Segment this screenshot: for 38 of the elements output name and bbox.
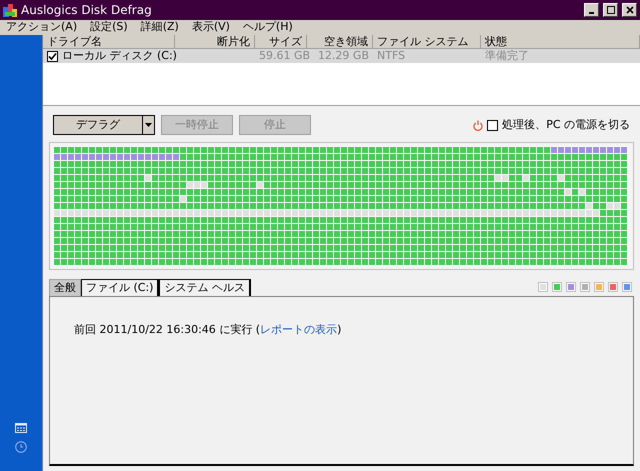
- menu-item[interactable]: ヘルプ(H): [242, 19, 293, 36]
- calendar-icon[interactable]: [15, 423, 27, 433]
- caret-icon: [145, 123, 152, 127]
- shutdown-checkbox[interactable]: [487, 120, 498, 130]
- shutdown-label: 処理後、PC の電源を切る: [502, 116, 630, 133]
- column-header[interactable]: ドライブ名: [43, 35, 175, 48]
- column-header[interactable]: 断片化: [175, 35, 255, 48]
- table-cell-text: NTFS: [376, 48, 406, 64]
- minimize-button[interactable]: [584, 3, 599, 17]
- menu-item[interactable]: 設定(S): [90, 19, 128, 36]
- menu-item[interactable]: アクション(A): [6, 19, 78, 36]
- table-cell-text: 準備完了: [484, 48, 530, 64]
- report-link[interactable]: レポートの表示: [260, 323, 338, 336]
- menu-item[interactable]: 詳細(Z): [140, 19, 179, 36]
- close-icon: [626, 6, 634, 14]
- tab[interactable]: 全般: [49, 279, 81, 296]
- window-title: Auslogics Disk Defrag: [21, 2, 153, 19]
- column-header[interactable]: 状態: [481, 35, 640, 48]
- menu-item[interactable]: 表示(V): [192, 19, 230, 36]
- column-header[interactable]: 空き領域: [307, 35, 373, 48]
- table-cell-text: ローカル ディスク (C:): [62, 48, 177, 64]
- drive-row[interactable]: ローカル ディスク (C:) 59.61 GB 12.29 GB NTFS 準備完了: [43, 49, 640, 63]
- action-button[interactable]: デフラグ: [53, 115, 143, 135]
- close-button[interactable]: [622, 3, 637, 17]
- last-run-text: 前回 2011/10/22 16:30:46 に実行 (レポートの表示): [74, 323, 342, 336]
- tab[interactable]: システム ヘルス: [159, 279, 251, 296]
- clock-icon[interactable]: [15, 441, 27, 453]
- column-header[interactable]: サイズ: [255, 35, 307, 48]
- power-icon: [473, 120, 484, 130]
- table-cell-text: 12.29 GB: [316, 48, 370, 64]
- drive-checkbox[interactable]: [47, 50, 58, 62]
- tab[interactable]: ファイル (C:): [81, 279, 160, 296]
- table-cell-text: 59.61 GB: [258, 48, 307, 64]
- app-icon: [3, 3, 17, 17]
- maximize-button[interactable]: [603, 3, 618, 17]
- column-header[interactable]: ファイル システム: [373, 35, 481, 48]
- maximize-icon: [606, 6, 614, 14]
- dropdown-button[interactable]: [143, 115, 155, 135]
